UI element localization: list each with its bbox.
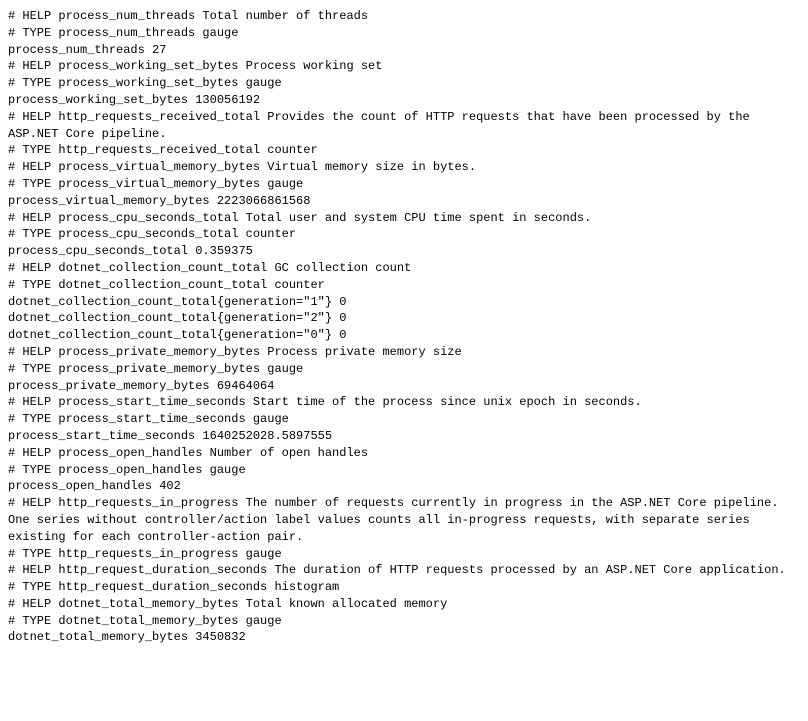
metrics-text-output: # HELP process_num_threads Total number … [8,8,800,646]
